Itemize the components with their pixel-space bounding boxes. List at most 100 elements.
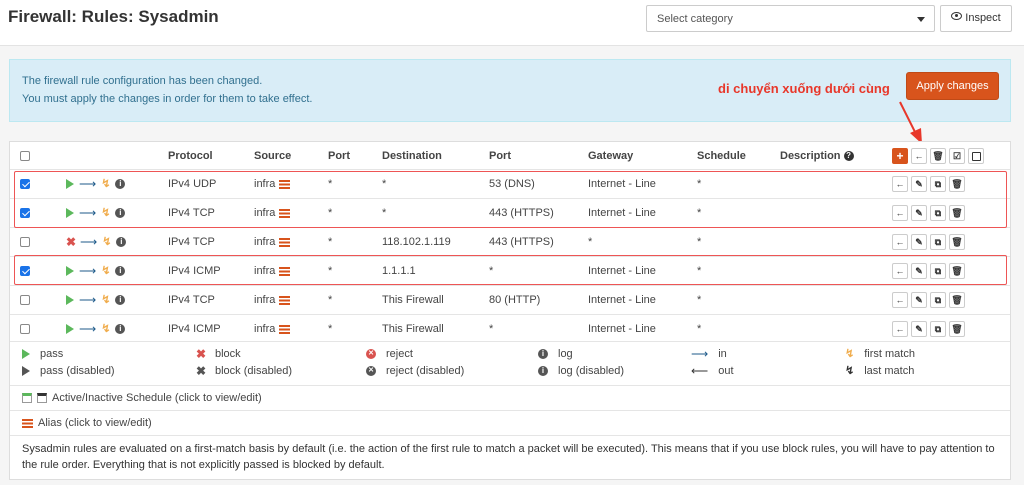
edit-pencil-icon[interactable]: ✎ [911, 292, 927, 308]
rule-source: infra [254, 207, 276, 219]
rule-gateway: Internet - Line [588, 256, 697, 286]
trash-icon[interactable]: 🗑 [949, 292, 965, 308]
pass-icon [66, 266, 74, 277]
in-arrow-icon: ⟶ [691, 347, 709, 362]
trash-icon[interactable]: 🗑 [949, 205, 965, 221]
first-match-icon: ↯ [845, 348, 855, 361]
rule-gateway: Internet - Line [588, 198, 697, 228]
rule-protocol: IPv4 TCP [168, 198, 254, 228]
table-row[interactable]: ⟶ ↯ i IPv4 ICMP infra * This Firewall * Internet… [10, 314, 1010, 343]
move-rule-icon[interactable]: ← [892, 176, 908, 192]
copy-icon[interactable]: ⧉ [930, 263, 946, 279]
help-icon[interactable]: ? [843, 150, 854, 161]
move-rule-icon[interactable]: ← [892, 234, 908, 250]
alias-icon[interactable] [279, 237, 291, 247]
alias-icon[interactable] [279, 324, 291, 334]
move-rule-icon[interactable]: ← [892, 263, 908, 279]
alias-icon[interactable] [279, 208, 291, 218]
legend-pass: pass [40, 348, 64, 360]
apply-changes-button[interactable]: Apply changes [906, 72, 999, 100]
alias-icon[interactable] [279, 266, 291, 276]
header: Firewall: Rules: Sysadmin Select categor… [0, 0, 1024, 46]
rule-schedule: * [697, 227, 780, 257]
table-row[interactable]: ⟶ ↯ i IPv4 ICMP infra * 1.1.1.1 * Internet - Lin… [10, 256, 1010, 286]
rule-source: infra [254, 265, 276, 277]
rule-dest-port: * [489, 256, 588, 286]
copy-icon[interactable]: ⧉ [930, 205, 946, 221]
rule-gateway: Internet - Line [588, 285, 697, 315]
alert-line-2: You must apply the changes in order for … [22, 93, 313, 105]
trash-icon[interactable]: 🗑 [949, 263, 965, 279]
rule-destination: This Firewall [382, 285, 489, 315]
category-select[interactable]: Select category [646, 5, 935, 32]
table-row[interactable]: ⟶ ↯ i IPv4 TCP infra * This Firewall 80 (HTTP) I… [10, 285, 1010, 315]
row-checkbox[interactable] [20, 295, 30, 306]
inspect-button[interactable]: Inspect [940, 5, 1012, 32]
first-match-icon: ↯ [101, 207, 111, 220]
table-row[interactable]: ⟶ ↯ i IPv4 TCP infra * * 443 (HTTPS) Internet - … [10, 198, 1010, 228]
copy-icon[interactable]: ⧉ [930, 176, 946, 192]
rule-dest-port: 80 (HTTP) [489, 285, 588, 315]
delete-selected-icon[interactable]: 🗑 [930, 147, 946, 164]
rule-source-port: * [328, 227, 382, 257]
legend-block: block [215, 348, 241, 360]
alias-icon [22, 418, 33, 428]
move-rule-icon[interactable]: ← [892, 292, 908, 308]
copy-icon[interactable]: ⧉ [930, 292, 946, 308]
in-arrow-icon: ⟶ [80, 235, 98, 250]
edit-pencil-icon[interactable]: ✎ [911, 234, 927, 250]
checkbox-icon[interactable] [968, 147, 984, 164]
pass-icon [22, 349, 30, 360]
pass-disabled-icon [22, 366, 30, 377]
move-rule-icon[interactable]: ← [892, 321, 908, 337]
in-arrow-icon: ⟶ [79, 206, 97, 221]
edit-pencil-icon[interactable]: ✎ [911, 205, 927, 221]
block-disabled-icon: ✖ [196, 364, 207, 379]
in-arrow-icon: ⟶ [79, 293, 97, 308]
rule-schedule: * [697, 285, 780, 315]
rule-source-port: * [328, 169, 382, 199]
trash-icon[interactable]: 🗑 [949, 234, 965, 250]
block-icon: ✖ [196, 347, 207, 362]
row-checkbox[interactable] [20, 324, 30, 335]
rule-protocol: IPv4 TCP [168, 285, 254, 315]
rule-schedule: * [697, 256, 780, 286]
config-changed-alert: The firewall rule configuration has been… [9, 59, 1011, 122]
legend-alias: Alias (click to view/edit) [38, 417, 152, 429]
row-checkbox[interactable] [20, 179, 30, 190]
copy-icon[interactable]: ⧉ [930, 321, 946, 337]
row-checkbox[interactable] [20, 208, 30, 219]
move-rule-icon[interactable]: ← [892, 205, 908, 221]
alias-icon[interactable] [279, 295, 291, 305]
row-checkbox[interactable] [20, 266, 30, 277]
col-source-port: Port [328, 149, 350, 162]
trash-icon[interactable]: 🗑 [949, 321, 965, 337]
add-rule-top-icon[interactable]: + [892, 147, 908, 164]
legend-last-match: last match [864, 365, 915, 377]
toggle-selected-icon[interactable]: ☑ [949, 147, 965, 164]
rule-destination: 118.102.1.119 [382, 227, 489, 257]
edit-pencil-icon[interactable]: ✎ [911, 263, 927, 279]
first-match-icon: ↯ [101, 265, 111, 278]
in-arrow-icon: ⟶ [79, 322, 97, 337]
rules-table: Protocol Source Port Destination Port Ga… [10, 142, 1010, 343]
schedule-legend: Active/Inactive Schedule (click to view/… [10, 385, 1010, 411]
add-rule-bottom-icon[interactable]: ← [911, 147, 927, 164]
select-all-checkbox[interactable] [20, 150, 30, 161]
alias-icon[interactable] [279, 179, 291, 189]
log-icon: i [115, 179, 126, 190]
edit-pencil-icon[interactable]: ✎ [911, 176, 927, 192]
edit-pencil-icon[interactable]: ✎ [911, 321, 927, 337]
col-dest-port: Port [489, 149, 511, 162]
first-match-icon: ↯ [102, 236, 112, 249]
trash-icon[interactable]: 🗑 [949, 176, 965, 192]
log-icon: i [115, 324, 126, 335]
reject-disabled-icon: ✕ [366, 366, 376, 377]
row-checkbox[interactable] [20, 237, 30, 248]
copy-icon[interactable]: ⧉ [930, 234, 946, 250]
legend-schedule: Active/Inactive Schedule (click to view/… [52, 392, 262, 404]
table-row[interactable]: ⟶ ↯ i IPv4 UDP infra * * 53 (DNS) Internet - Lin… [10, 169, 1010, 199]
table-row[interactable]: ✖ ⟶ ↯ i IPv4 TCP infra * 118.102.1.119 443 (HTTP… [10, 227, 1010, 257]
rule-schedule: * [697, 314, 780, 343]
first-match-icon: ↯ [101, 178, 111, 191]
